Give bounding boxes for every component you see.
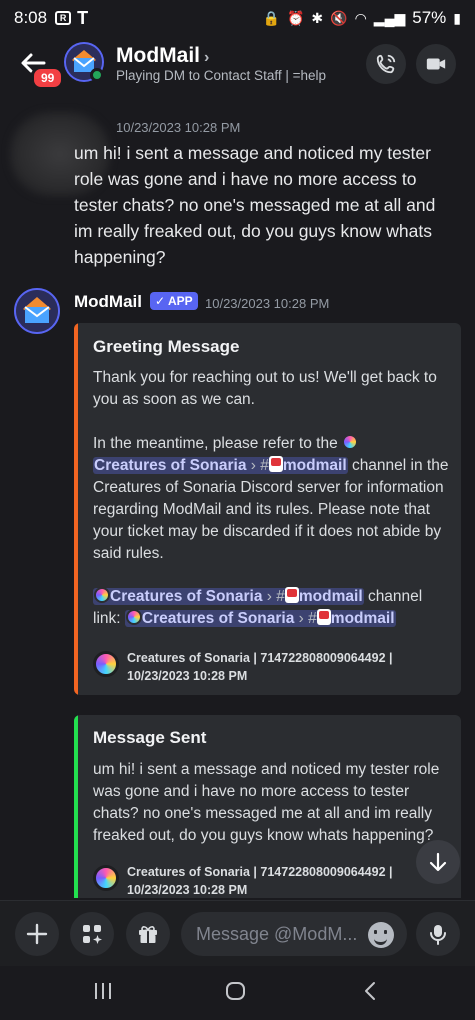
server-footer-icon — [93, 651, 119, 677]
apps-button[interactable] — [70, 912, 114, 956]
gift-icon — [139, 926, 157, 943]
voice-message-button[interactable] — [416, 912, 460, 956]
bot-message-timestamp: 10/23/2023 10:28 PM — [205, 296, 330, 311]
wifi-icon: ◠ — [354, 9, 367, 26]
video-camera-icon — [426, 58, 446, 70]
signal-icon: ▂▄▆ — [373, 9, 406, 26]
dm-header: 99 ModMail › Playing DM to Contact Staff … — [0, 36, 475, 94]
mention-channel-name: modmail — [298, 588, 363, 605]
embed-title: Message Sent — [93, 728, 207, 747]
chevron-right-icon: › — [298, 610, 304, 627]
server-ring-icon — [342, 434, 359, 450]
battery-percent: 57% — [412, 8, 447, 27]
embed-accent-bar — [74, 323, 78, 695]
user-message-text: um hi! i sent a message and noticed my t… — [74, 143, 436, 267]
embed-footer: Creatures of Sonaria | 71472280800906449… — [93, 649, 427, 685]
dm-title-text: ModMail — [116, 44, 200, 67]
server-ring-icon — [94, 587, 110, 603]
modmail-bot-avatar[interactable] — [14, 288, 60, 334]
channel-mention[interactable]: Creatures of Sonaria › # modmail — [93, 456, 348, 474]
message-timestamp: 10/23/2023 10:28 PM — [116, 120, 241, 135]
embed-paragraph-2: In the meantime, please refer to the Cre… — [93, 433, 449, 565]
server-ring-icon — [125, 609, 142, 625]
embed-p3-mid: channel — [367, 588, 423, 605]
status-left-icons: R T — [55, 8, 88, 29]
dm-status-text: Playing DM to Contact Staff | =help — [116, 68, 326, 83]
embed-paragraph-3: Creatures of Sonaria › # modmail channel … — [93, 586, 449, 630]
notification-icon: R — [55, 11, 72, 25]
recent-apps-icon[interactable] — [92, 980, 114, 1008]
carrier-t-icon: T — [77, 7, 89, 28]
embed-footer-text: Creatures of Sonaria | 71472280800906449… — [127, 865, 393, 897]
message-composer — [0, 900, 475, 966]
mailbox-icon — [316, 609, 331, 625]
status-right-icons: 🔒 ⏰ ✱ 🔇 ◠ ▂▄▆ 57% ▮ — [263, 8, 461, 28]
embed-footer-text: Creatures of Sonaria | 71472280800906449… — [127, 651, 393, 683]
back-nav-icon[interactable] — [360, 980, 382, 1008]
embed-body: um hi! i sent a message and noticed my t… — [93, 761, 440, 844]
home-icon[interactable] — [225, 980, 247, 1008]
system-nav-bar — [0, 966, 475, 1020]
mention-server-name: Creatures of Sonaria — [141, 610, 295, 627]
embed-p2-suffix: channel — [351, 457, 407, 474]
online-status-dot — [90, 68, 104, 82]
app-tag-badge: ✓ APP — [150, 292, 198, 310]
embed-p2-prefix: In the meantime, please refer to the — [93, 435, 338, 452]
phone-icon — [376, 54, 396, 74]
unread-badge: 99 — [31, 66, 65, 90]
call-button[interactable] — [366, 44, 406, 84]
dm-title[interactable]: ModMail › — [116, 44, 209, 68]
alarm-icon: ⏰ — [286, 9, 305, 26]
lock-icon: 🔒 — [262, 9, 280, 26]
hash-icon: # — [260, 457, 269, 474]
mention-server-name: Creatures of Sonaria — [94, 457, 247, 474]
plus-icon — [26, 923, 48, 945]
embed-accent-bar — [74, 715, 78, 898]
battery-icon: ▮ — [453, 9, 461, 26]
bluetooth-icon: ✱ — [311, 9, 324, 26]
greeting-embed: Greeting Message Thank you for reaching … — [74, 323, 461, 695]
chevron-right-icon: › — [250, 457, 256, 474]
mute-icon: 🔇 — [330, 9, 348, 26]
arrow-down-icon — [429, 852, 447, 872]
embed-paragraph-1: Thank you for reaching out to us! We'll … — [93, 369, 437, 408]
chevron-right-icon: › — [204, 49, 210, 66]
video-call-button[interactable] — [416, 44, 456, 84]
embed-footer: Creatures of Sonaria | 71472280800906449… — [93, 863, 427, 898]
server-footer-icon — [93, 865, 119, 891]
embed-p3-link: link: — [93, 610, 121, 627]
status-bar: 8:08 R T 🔒 ⏰ ✱ 🔇 ◠ ▂▄▆ 57% ▮ — [0, 0, 475, 36]
message-sent-embed: Message Sent um hi! i sent a message and… — [74, 715, 461, 898]
jump-to-bottom-button[interactable] — [416, 840, 460, 884]
add-attachment-button[interactable] — [15, 912, 59, 956]
hash-icon: # — [308, 610, 317, 627]
embed-title: Greeting Message — [93, 337, 240, 356]
mailbox-icon — [268, 456, 283, 472]
chat-scroll-area[interactable]: 10/23/2023 10:28 PM um hi! i sent a mess… — [0, 98, 475, 898]
mention-channel-name: modmail — [330, 610, 395, 627]
channel-mention[interactable]: Creatures of Sonaria › # modmail — [93, 587, 364, 605]
mailbox-icon — [284, 587, 299, 603]
mention-channel-name: modmail — [282, 457, 347, 474]
apps-sparkle-icon — [83, 925, 102, 944]
microphone-icon — [430, 925, 446, 945]
status-time: 8:08 — [14, 8, 48, 27]
bot-author-name[interactable]: ModMail — [74, 292, 142, 312]
channel-link-mention[interactable]: Creatures of Sonaria › # modmail — [124, 609, 396, 627]
chevron-right-icon: › — [266, 588, 272, 605]
mention-server-name: Creatures of Sonaria — [110, 588, 263, 605]
gift-button[interactable] — [126, 912, 170, 956]
hash-icon: # — [276, 588, 285, 605]
emoji-picker-icon[interactable] — [368, 922, 394, 948]
